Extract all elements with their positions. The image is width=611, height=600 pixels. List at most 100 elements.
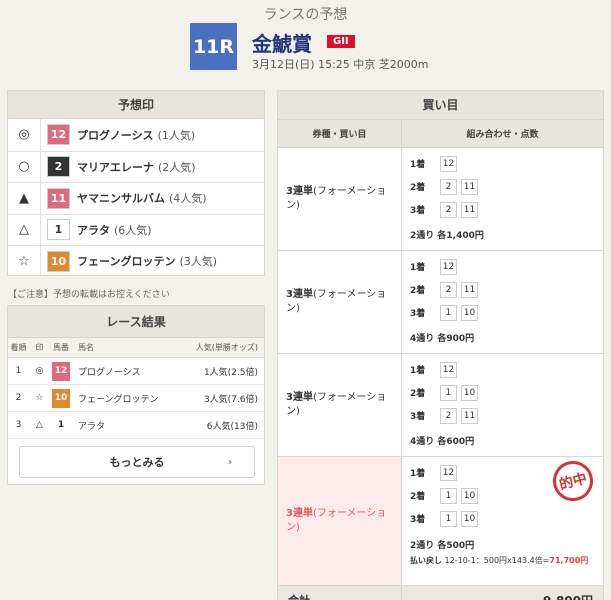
horse-popularity: (2人気) — [158, 160, 196, 174]
horse-name[interactable]: プログノーシス — [72, 365, 182, 378]
race-number-badge: 11R — [190, 23, 237, 70]
bet-name: 3連単 — [286, 289, 313, 300]
bet-block: 3連単(フォーメーション) 1着 12 2着 1 10 3着 2 11 4通り 各600円 — [278, 354, 603, 457]
race-name[interactable]: 金鯱賞 — [252, 28, 312, 57]
race-meta: 3月12日(日) 15:25 中京 芝2000m — [252, 58, 429, 71]
horse-popularity: (4人気) — [169, 192, 207, 206]
bet-type-cell: 3連単(フォーメーション) — [278, 148, 402, 250]
total-value: 9,800円 — [402, 586, 603, 600]
bet-type-text: 3連単(フォーメーション) — [286, 391, 393, 419]
horse-number-box: 2 — [440, 407, 457, 424]
horse-number-box: 2 — [440, 178, 457, 195]
result-row: 3 △ 1 アラタ 6人気(13倍) — [8, 412, 264, 439]
horse-number: 10 — [47, 250, 70, 272]
prediction-row: ○ 2 マリアエレーナ (2人気) — [8, 150, 264, 182]
bet-summary: 2通り 各500円 — [410, 541, 475, 551]
grade-badge: GII — [327, 35, 355, 48]
result-number-cell: 10 — [50, 388, 72, 408]
finish-label: 2着 — [410, 183, 426, 193]
more-button[interactable]: もっとみる › — [19, 446, 255, 478]
total-row: 合計 9,800円 — [278, 586, 603, 600]
result-number-cell: 1 — [50, 415, 72, 435]
header-combination: 組み合わせ・点数 — [466, 130, 539, 140]
finish-label: 2着 — [410, 389, 426, 399]
finish-label: 2着 — [410, 492, 426, 502]
header-name: 馬名 — [78, 343, 94, 352]
result-mark: ◎ — [35, 366, 44, 376]
prediction-mark: ☆ — [8, 246, 41, 277]
prediction-panel: 予想印 ◎ 12 プログノーシス (1人気) ○ 2 マリアエレーナ (2人気) ▲ 11 ヤマニン… — [7, 90, 265, 277]
prediction-mark: ▲ — [8, 183, 41, 214]
bet-name: 3連単 — [286, 186, 313, 197]
horse-name[interactable]: ヤマニンサルバム — [77, 190, 165, 206]
horse-name[interactable]: プログノーシス — [77, 127, 154, 143]
horse-number-box: 12 — [440, 464, 457, 481]
combination-cell: 1着 12 2着 1 10 3着 1 10 2通り 各500円 的中 払い戻し 12-10-1：50… — [402, 456, 603, 585]
result-mark: △ — [36, 420, 43, 430]
prediction-panel-title: 予想印 — [8, 91, 264, 119]
horse-popularity: (6人気) — [114, 223, 152, 237]
bet-type-text: 3連単(フォーメーション) — [286, 185, 393, 213]
bet-name: 3連単 — [286, 392, 313, 403]
race-result-title: レース結果 — [8, 306, 264, 338]
result-popularity: 1人気(2.5倍) — [203, 367, 258, 378]
race-result-panel: レース結果 着順 印 馬番 馬名 人気(単勝オッズ) 1 ◎ 12 プログノーシス 1人… — [7, 305, 265, 485]
finish-label: 2着 — [410, 286, 426, 296]
page-title: ランスの予想 — [263, 7, 348, 23]
horse-number: 11 — [47, 187, 70, 209]
bets-panel: 買い目 券種・買い目 組み合わせ・点数 3連単(フォーメーション) 1着 12 2着 2… — [277, 90, 604, 600]
finish-line-third: 3着 2 11 — [410, 198, 595, 221]
result-rank: 3 — [15, 420, 22, 430]
result-row: 1 ◎ 12 プログノーシス 1人気(2.5倍) — [8, 358, 264, 385]
bet-block: 3連単(フォーメーション) 1着 12 2着 2 11 3着 1 10 4通り 各900円 — [278, 251, 603, 354]
horse-number-box: 10 — [461, 304, 478, 321]
finish-line-second: 2着 2 11 — [410, 175, 595, 198]
horse-number-box: 1 — [440, 510, 457, 527]
horse-name[interactable]: マリアエレーナ — [77, 159, 154, 175]
bet-summary: 4通り 各600円 — [410, 437, 475, 447]
finish-line-third: 3着 1 10 — [410, 301, 595, 324]
horse-name[interactable]: アラタ — [77, 222, 110, 238]
horse-name[interactable]: フェーングロッテン — [77, 253, 175, 269]
horse-number-box: 12 — [440, 258, 457, 275]
bet-type-text: 3連単(フォーメーション) — [286, 288, 393, 316]
horse-number-box: 11 — [461, 407, 478, 424]
horse-name[interactable]: アラタ — [72, 419, 182, 432]
bet-type-cell: 3連単(フォーメーション) — [278, 457, 402, 585]
horse-number-box: 11 — [461, 201, 478, 218]
finish-label: 1着 — [410, 263, 426, 273]
bet-block: 3連単(フォーメーション) 1着 12 2着 1 10 3着 1 10 2通り 各500円 的中 払い… — [278, 456, 603, 586]
bet-summary: 2通り 各1,400円 — [410, 231, 484, 241]
result-mark: ☆ — [35, 393, 44, 403]
result-number-cell: 12 — [50, 361, 72, 381]
horse-number-box: 1 — [440, 487, 457, 504]
horse-name[interactable]: フェーングロッテン — [72, 392, 182, 405]
combination-cell: 1着 12 2着 2 11 3着 1 10 4通り 各900円 — [402, 251, 603, 353]
horse-number-box: 10 — [461, 384, 478, 401]
result-row: 2 ☆ 10 フェーングロッテン 3人気(7.6倍) — [8, 385, 264, 412]
horse-number: 12 — [52, 361, 70, 381]
result-popularity: 3人気(7.6倍) — [203, 394, 258, 405]
horse-number: 10 — [52, 388, 70, 408]
horse-popularity: (1人気) — [157, 128, 196, 142]
header-bet-type: 券種・買い目 — [278, 120, 402, 147]
combination-cell: 1着 12 2着 2 11 3着 2 11 2通り 各1,400円 — [402, 148, 603, 250]
finish-line-third: 3着 1 10 — [410, 507, 595, 530]
prediction-mark: ◎ — [8, 119, 41, 151]
horse-number-box: 12 — [440, 361, 457, 378]
horse-number: 2 — [47, 156, 70, 178]
finish-line-first: 1着 12 — [410, 255, 595, 278]
prediction-row: ◎ 12 プログノーシス (1人気) — [8, 119, 264, 151]
horse-number-box: 11 — [461, 281, 478, 298]
finish-label: 3着 — [410, 309, 426, 319]
finish-line-first: 1着 12 — [410, 152, 595, 175]
horse-number-box: 1 — [440, 304, 457, 321]
horse-number-box: 1 — [440, 384, 457, 401]
prediction-row: ▲ 11 ヤマニンサルバム (4人気) — [8, 182, 264, 214]
header-rank: 着順 — [10, 343, 27, 352]
result-rank: 1 — [15, 366, 22, 376]
payout-calc: 12-10-1：500円x143.4倍= — [444, 556, 550, 565]
more-button-label: もっとみる — [109, 456, 165, 469]
bet-type-text: 3連単(フォーメーション) — [286, 507, 393, 535]
prediction-row: ☆ 10 フェーングロッテン (3人気) — [8, 245, 264, 277]
